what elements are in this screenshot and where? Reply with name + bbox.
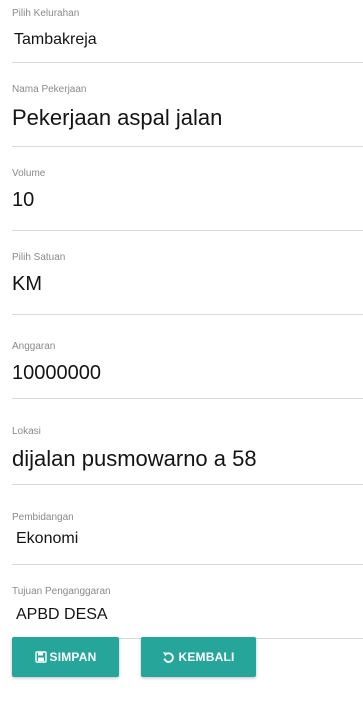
- pembidangan-label: Pembidangan: [12, 512, 74, 523]
- satuan-label: Pilih Satuan: [12, 252, 66, 263]
- tujuan-penganggaran-value: APBD DESA: [16, 606, 108, 623]
- undo-icon: [162, 651, 175, 664]
- simpan-label: SIMPAN: [49, 650, 97, 664]
- satuan-select[interactable]: Pilih Satuan KM: [12, 230, 363, 315]
- kelurahan-label: Pilih Kelurahan: [12, 8, 80, 19]
- pembidangan-value: Ekonomi: [16, 530, 79, 547]
- nama-pekerjaan-field[interactable]: Nama Pekerjaan Pekerjaan aspal jalan: [12, 62, 363, 147]
- nama-pekerjaan-label: Nama Pekerjaan: [12, 84, 87, 95]
- kembali-label: KEMBALI: [178, 650, 235, 664]
- tujuan-penganggaran-label: Tujuan Penganggaran: [12, 586, 111, 597]
- volume-field[interactable]: Volume 10: [12, 146, 363, 231]
- simpan-button[interactable]: SIMPAN: [12, 637, 119, 677]
- kembali-button[interactable]: KEMBALI: [141, 637, 256, 677]
- anggaran-field[interactable]: Anggaran 10000000: [12, 314, 363, 399]
- kelurahan-value: Tambakreja: [14, 31, 97, 48]
- volume-input[interactable]: 10: [12, 189, 34, 212]
- anggaran-label: Anggaran: [12, 341, 56, 352]
- lokasi-input[interactable]: dijalan pusmowarno a 58: [12, 446, 257, 472]
- anggaran-input[interactable]: 10000000: [12, 362, 101, 385]
- lokasi-field[interactable]: Lokasi dijalan pusmowarno a 58: [12, 398, 363, 485]
- satuan-value: KM: [12, 273, 42, 295]
- volume-label: Volume: [12, 168, 46, 179]
- kelurahan-select[interactable]: Pilih Kelurahan Tambakreja: [12, 0, 363, 63]
- tujuan-penganggaran-select[interactable]: Tujuan Penganggaran APBD DESA: [12, 564, 363, 639]
- lokasi-label: Lokasi: [12, 426, 41, 437]
- nama-pekerjaan-input[interactable]: Pekerjaan aspal jalan: [12, 105, 222, 131]
- save-icon: [34, 651, 47, 663]
- pembidangan-select[interactable]: Pembidangan Ekonomi: [12, 484, 363, 565]
